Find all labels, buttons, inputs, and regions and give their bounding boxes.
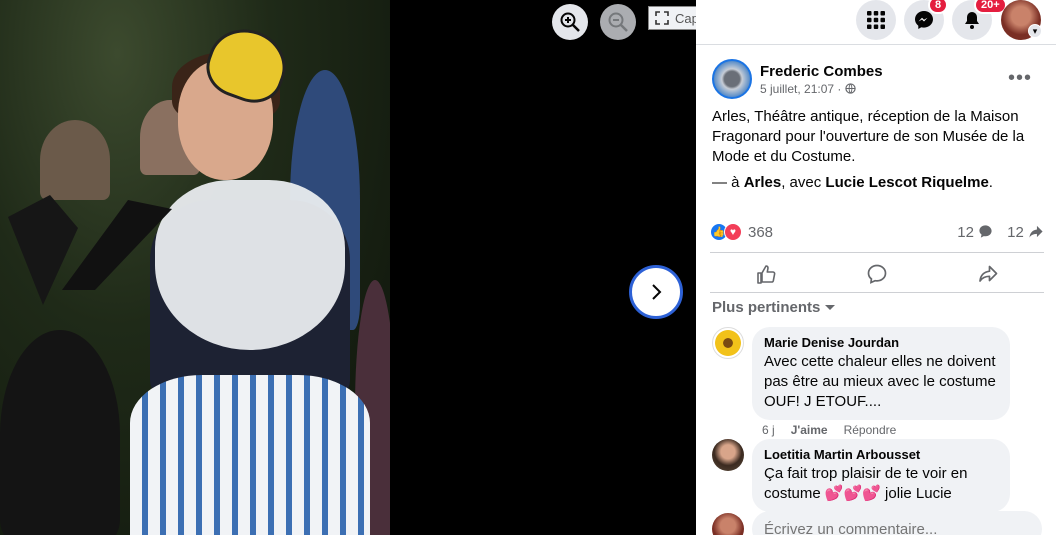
commenter-name[interactable]: Marie Denise Jourdan [764, 335, 998, 350]
messenger-badge: 8 [928, 0, 949, 14]
commenter-avatar[interactable] [712, 327, 744, 359]
comment-meta: 6 j J'aime Répondre [762, 423, 896, 437]
post-header: Frederic Combes 5 juillet, 21:07 · [712, 59, 883, 99]
location-tag-line: — à Arles, avec Lucie Lescot Riquelme. [712, 173, 1042, 193]
comment-count: 12 [957, 223, 974, 241]
sort-label: Plus pertinents [712, 299, 821, 316]
author-avatar[interactable] [712, 59, 752, 99]
comment-item: Marie Denise Jourdan Avec cette chaleur … [712, 327, 1010, 420]
share-count: 12 [1007, 223, 1024, 241]
commenter-name[interactable]: Loetitia Martin Arbousset [764, 447, 998, 462]
menu-button[interactable] [856, 0, 896, 40]
tag-with: , avec [781, 174, 826, 191]
share-button[interactable] [938, 259, 1038, 289]
comment-text: Avec cette chaleur elles ne doivent pas … [764, 353, 996, 410]
zoom-out-button[interactable] [600, 4, 636, 40]
post-body: Arles, Théâtre antique, réception de la … [712, 107, 1042, 193]
lace-shawl [155, 180, 345, 350]
comment-bubble-icon [979, 224, 992, 238]
divider [710, 292, 1044, 293]
caret-down-icon [825, 304, 836, 310]
zoom-in-icon [560, 12, 580, 32]
current-user-avatar [712, 513, 744, 535]
comment-count-link[interactable]: 12 [957, 224, 993, 241]
divider [710, 252, 1044, 253]
grid-menu-icon [867, 11, 885, 29]
comment-icon [867, 264, 887, 284]
tag-place-link[interactable]: Arles [744, 174, 782, 191]
comment-item: Loetitia Martin Arbousset Ça fait trop p… [712, 439, 1010, 512]
chevron-down-icon[interactable]: ▾ [1028, 24, 1042, 38]
notifications-button[interactable]: 20+ [952, 0, 1007, 40]
background-person [40, 120, 110, 200]
engagement-counts: 12 12 [957, 224, 1044, 241]
reaction-count[interactable]: 368 [748, 224, 773, 241]
photo-viewer: Capture Plein écran [0, 0, 696, 535]
comment-input[interactable] [752, 511, 1042, 535]
reactions-summary: 👍 ♥ 368 12 12 [710, 223, 1044, 241]
messenger-button[interactable]: 8 [904, 0, 949, 40]
comment-time[interactable]: 6 j [762, 423, 775, 437]
globe-icon [845, 82, 856, 94]
author-name[interactable]: Frederic Combes [760, 63, 883, 80]
fullscreen-button[interactable]: Capture Plein écran [648, 6, 696, 30]
share-icon [979, 265, 998, 282]
post-timestamp[interactable]: 5 juillet, 21:07 · [760, 82, 883, 96]
commenter-avatar[interactable] [712, 439, 744, 471]
love-reaction-icon: ♥ [724, 223, 742, 241]
comment-button[interactable] [827, 259, 927, 289]
fullscreen-label: Capture Plein écran [675, 10, 696, 26]
comment-reply-button[interactable]: Répondre [844, 423, 897, 437]
comment-like-button[interactable]: J'aime [791, 423, 828, 437]
post-details-panel: Frederic Combes 5 juillet, 21:07 · ••• A… [696, 44, 1056, 535]
background-person [0, 330, 120, 535]
post-date-text: 5 juillet, 21:07 · [760, 81, 842, 96]
tag-prefix: — à [712, 174, 744, 191]
like-button[interactable] [716, 259, 816, 289]
tag-suffix: . [988, 174, 993, 191]
zoom-out-icon [608, 12, 628, 32]
share-count-link[interactable]: 12 [1007, 224, 1044, 241]
comment-text: Ça fait trop plaisir de te voir en costu… [764, 465, 968, 502]
comment-bubble: Loetitia Martin Arbousset Ça fait trop p… [752, 439, 1010, 512]
comment-composer [712, 511, 1042, 535]
post-actions [710, 259, 1044, 289]
chevron-right-icon [652, 284, 662, 300]
post-caption: Arles, Théâtre antique, réception de la … [712, 108, 1025, 165]
share-arrow-icon [1029, 225, 1043, 238]
thumbs-up-icon [756, 265, 776, 284]
comment-sort-dropdown[interactable]: Plus pertinents [712, 299, 836, 316]
tag-person-link[interactable]: Lucie Lescot Riquelme [825, 174, 988, 191]
comment-bubble: Marie Denise Jourdan Avec cette chaleur … [752, 327, 1010, 420]
zoom-in-button[interactable] [552, 4, 588, 40]
striped-skirt [130, 375, 370, 535]
more-options-button[interactable]: ••• [1008, 67, 1032, 90]
expand-icon [655, 11, 669, 25]
post-photo[interactable] [0, 0, 390, 535]
next-photo-button[interactable] [629, 265, 683, 319]
